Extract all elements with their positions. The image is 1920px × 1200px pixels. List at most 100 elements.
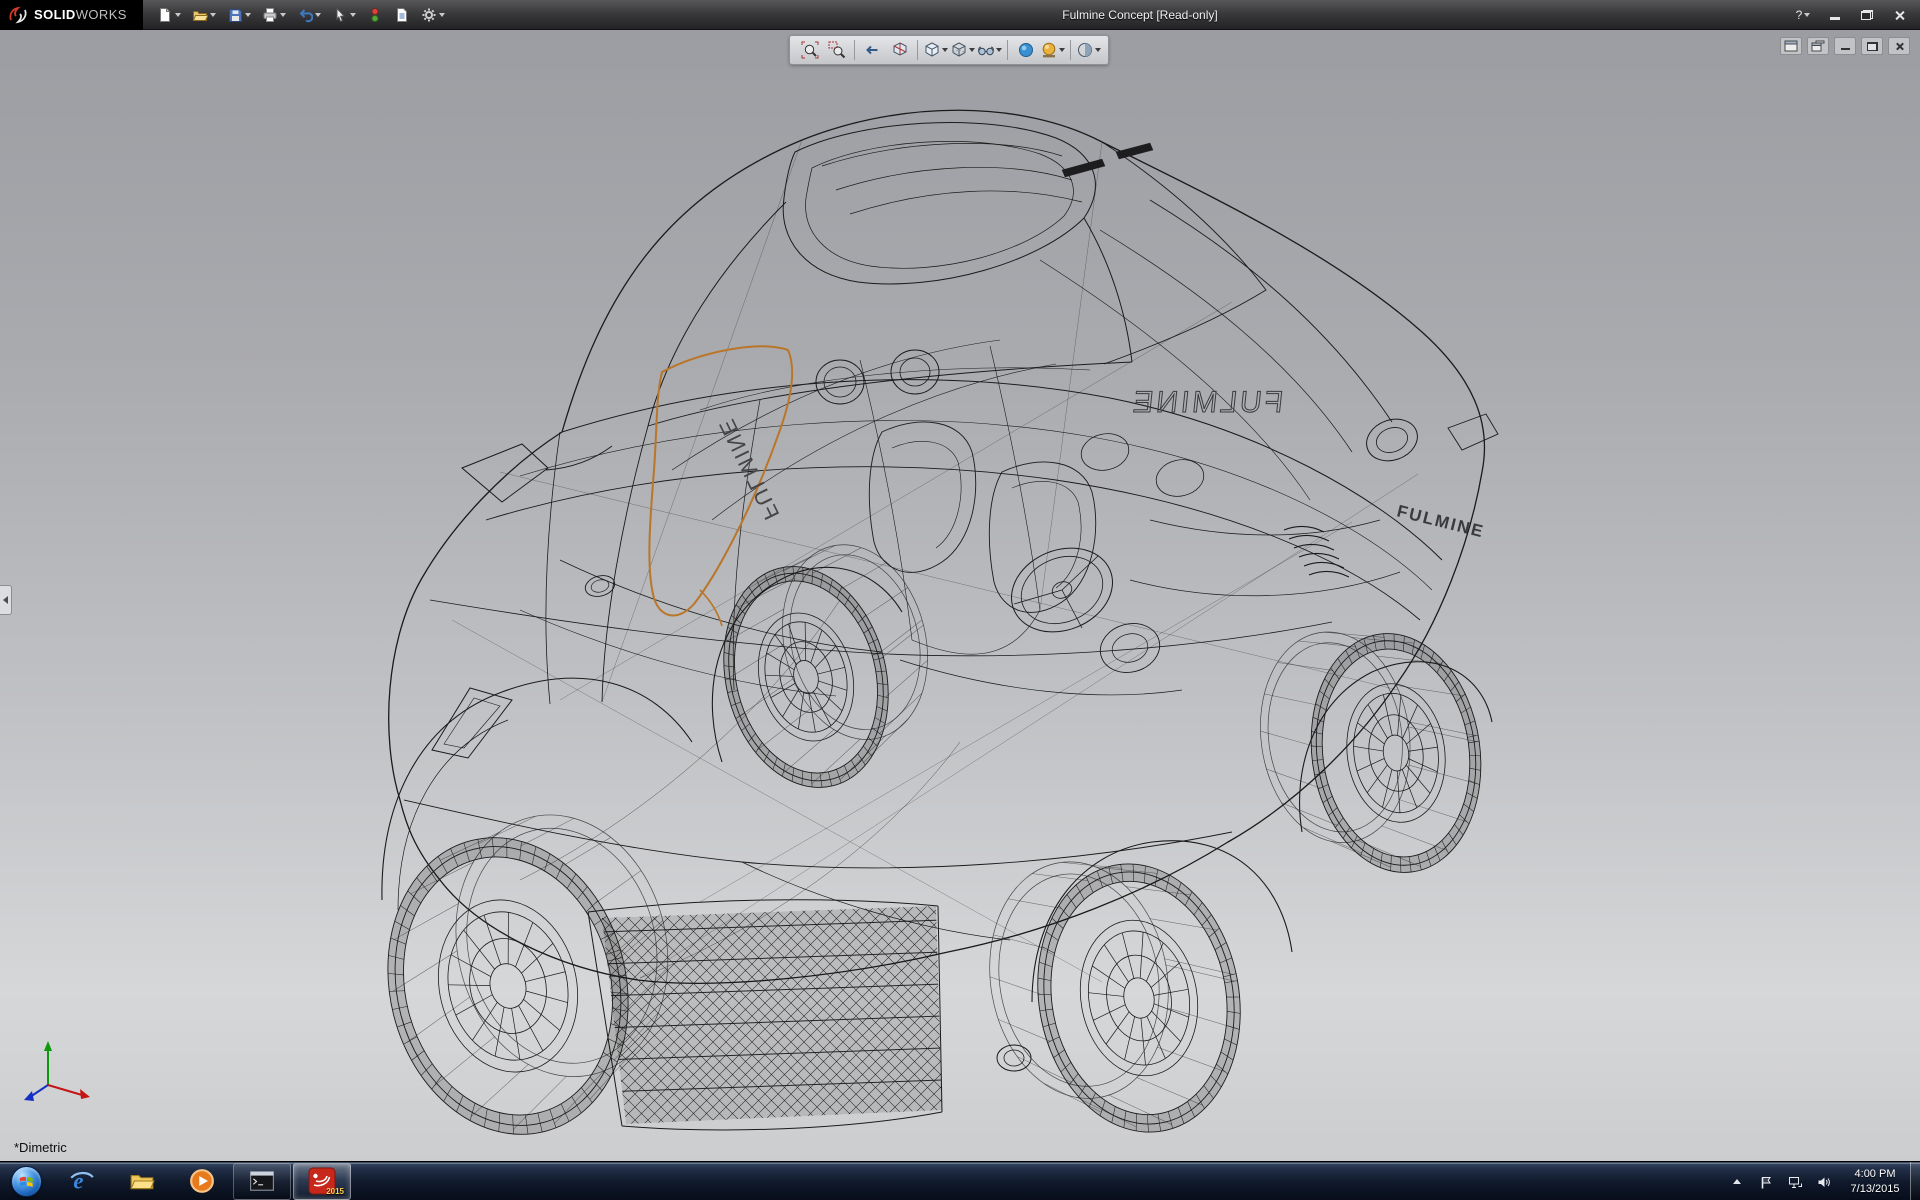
rebuild-icon	[367, 7, 383, 23]
taskbar-internet-explorer-button[interactable]: e	[53, 1163, 111, 1200]
show-desktop-button[interactable]	[1910, 1162, 1920, 1200]
solidworks-year-badge: 2015	[326, 1187, 344, 1196]
save-button[interactable]	[223, 4, 255, 26]
model-badge-rear: FULMINE	[1129, 386, 1285, 419]
doc-restore-button[interactable]	[1861, 37, 1883, 55]
doc-close-button[interactable]	[1888, 37, 1910, 55]
clock-date: 7/13/2015	[1844, 1182, 1906, 1197]
file-properties-button[interactable]	[390, 4, 414, 26]
taskbar-terminal-button[interactable]	[233, 1163, 291, 1200]
zoom-to-fit-button[interactable]	[797, 38, 822, 63]
doc-next-window-button[interactable]	[1807, 37, 1829, 55]
folder-icon	[129, 1168, 155, 1194]
volume-button[interactable]	[1815, 1173, 1833, 1191]
dropdown-arrow-icon	[1095, 48, 1101, 52]
chevron-left-icon	[3, 596, 8, 604]
dropdown-arrow-icon	[280, 13, 286, 17]
windows-orb-icon	[11, 1166, 42, 1197]
apply-scene-button[interactable]	[1040, 38, 1065, 63]
feature-panel-collapse-tab[interactable]	[0, 585, 12, 615]
new-document-button[interactable]	[153, 4, 185, 26]
dropdown-arrow-icon	[996, 48, 1002, 52]
edit-appearance-sphere-icon	[1017, 41, 1035, 59]
restore-button[interactable]	[1854, 5, 1880, 25]
doc-previous-window-button[interactable]	[1780, 37, 1802, 55]
print-button[interactable]	[258, 4, 290, 26]
internet-explorer-icon: e	[69, 1168, 95, 1194]
zoom-to-area-button[interactable]	[824, 38, 849, 63]
minimize-button[interactable]	[1822, 5, 1848, 25]
dropdown-arrow-icon	[439, 13, 445, 17]
dropdown-arrow-icon	[969, 48, 975, 52]
terminal-icon	[249, 1168, 275, 1194]
dropdown-arrow-icon	[942, 48, 948, 52]
document-window-controls	[1780, 37, 1910, 55]
close-button[interactable]	[1886, 5, 1912, 25]
hide-show-glasses-icon	[977, 41, 995, 59]
section-view-button[interactable]	[887, 38, 912, 63]
titlebar-controls: ?	[1790, 0, 1912, 30]
dropdown-arrow-icon	[245, 13, 251, 17]
network-button[interactable]	[1786, 1173, 1804, 1191]
dropdown-arrow-icon	[350, 13, 356, 17]
view-orientation-button[interactable]	[923, 38, 948, 63]
rebuild-button[interactable]	[363, 4, 387, 26]
undo-button[interactable]	[293, 4, 325, 26]
brand-text: SOLIDWORKS	[34, 7, 127, 22]
wireframe-car-model: FULMINE FULMINE FULMINE	[0, 30, 1920, 1161]
save-icon	[227, 7, 243, 23]
start-button[interactable]	[0, 1162, 52, 1200]
solidworks-logo-icon	[8, 6, 28, 24]
select-button[interactable]	[328, 4, 360, 26]
toolbar-separator	[854, 40, 855, 60]
window-icon	[1811, 40, 1825, 52]
dropdown-arrow-icon	[315, 13, 321, 17]
toolbar-separator	[1007, 40, 1008, 60]
minimize-icon	[1841, 42, 1850, 50]
view-settings-button[interactable]	[1076, 38, 1101, 63]
show-hidden-icons-button[interactable]	[1728, 1173, 1746, 1191]
taskbar-file-explorer-button[interactable]	[113, 1163, 171, 1200]
apply-scene-icon	[1040, 41, 1058, 59]
hide-show-items-button[interactable]	[977, 38, 1002, 63]
media-player-icon	[189, 1168, 215, 1194]
dropdown-arrow-icon	[175, 13, 181, 17]
section-view-icon	[891, 41, 909, 59]
minimize-icon	[1830, 11, 1840, 20]
close-icon	[1895, 42, 1904, 51]
open-button[interactable]	[188, 4, 220, 26]
system-tray: 4:00 PM 7/13/2015	[1728, 1162, 1906, 1200]
dropdown-arrow-icon	[1804, 13, 1810, 17]
undo-icon	[297, 7, 313, 23]
model-badge-side: FULMINE	[1395, 501, 1486, 541]
doc-minimize-button[interactable]	[1834, 37, 1856, 55]
view-orientation-label: *Dimetric	[14, 1140, 67, 1155]
solidworks-logo: SOLIDWORKS	[0, 0, 143, 30]
headsup-view-toolbar	[789, 35, 1109, 65]
view-settings-icon	[1076, 41, 1094, 59]
dropdown-arrow-icon	[1059, 48, 1065, 52]
window-icon	[1784, 40, 1798, 52]
action-center-button[interactable]	[1757, 1173, 1775, 1191]
zoom-to-area-icon	[828, 41, 846, 59]
options-button[interactable]	[417, 4, 449, 26]
help-button[interactable]: ?	[1790, 5, 1816, 25]
window-title: Fulmine Concept [Read-only]	[1062, 0, 1217, 30]
volume-icon	[1816, 1174, 1832, 1190]
orientation-triad	[18, 1037, 102, 1109]
options-gear-icon	[421, 7, 437, 23]
title-bar: SOLIDWORKS	[0, 0, 1920, 30]
display-style-button[interactable]	[950, 38, 975, 63]
new-document-icon	[157, 7, 173, 23]
taskbar-media-player-button[interactable]	[173, 1163, 231, 1200]
viewport-3d[interactable]: FULMINE FULMINE FULMINE	[0, 30, 1920, 1161]
flag-icon	[1758, 1174, 1774, 1190]
restore-icon	[1867, 42, 1878, 51]
help-label: ?	[1796, 8, 1803, 22]
print-icon	[262, 7, 278, 23]
taskbar-clock[interactable]: 4:00 PM 7/13/2015	[1844, 1167, 1906, 1197]
previous-view-button[interactable]	[860, 38, 885, 63]
taskbar-solidworks-button[interactable]: 2015	[293, 1163, 351, 1200]
solidworks-application-window: SOLIDWORKS	[0, 0, 1920, 1200]
edit-appearance-button[interactable]	[1013, 38, 1038, 63]
